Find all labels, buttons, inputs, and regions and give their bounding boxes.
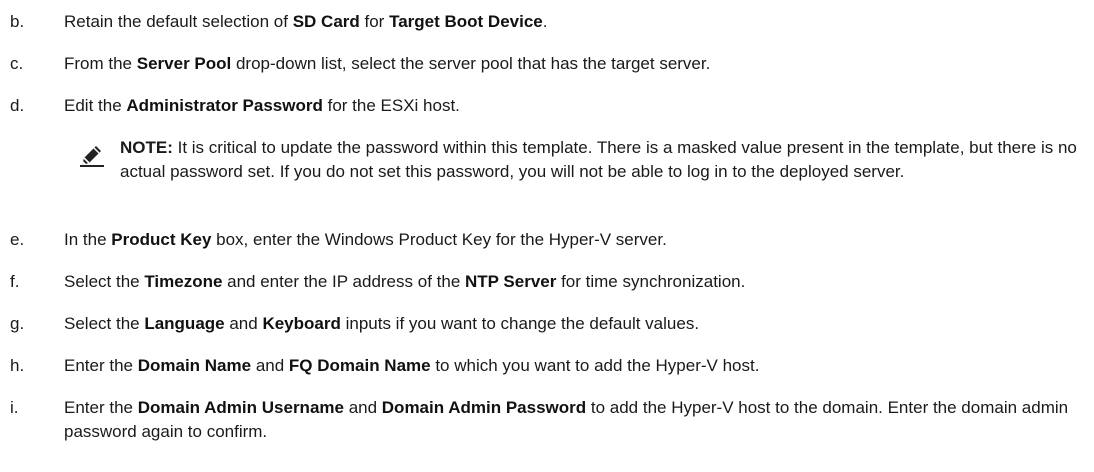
- ui-term: Domain Admin Username: [137, 398, 344, 417]
- ui-term: Target Boot Device: [389, 12, 543, 31]
- note-label: NOTE:: [120, 138, 173, 157]
- pencil-icon: [80, 143, 104, 167]
- text-run: box, enter the Windows Product Key for t…: [211, 230, 667, 249]
- list-marker: g.: [10, 314, 25, 333]
- note-text: NOTE: It is critical to update the passw…: [120, 136, 1080, 184]
- text-run: Select the: [64, 272, 145, 291]
- text-run: for the ESXi host.: [322, 96, 460, 115]
- step-text: Edit the Administrator Password for the …: [64, 94, 1089, 118]
- ui-term: Domain Name: [137, 356, 252, 375]
- list-marker: f.: [10, 272, 20, 291]
- ui-term: SD Card: [292, 12, 360, 31]
- document-page: b. Retain the default selection of SD Ca…: [0, 0, 1094, 472]
- list-marker: i.: [10, 398, 19, 417]
- step-text: Retain the default selection of SD Card …: [64, 10, 1089, 34]
- ui-term: FQ Domain Name: [288, 356, 431, 375]
- ui-term: Keyboard: [262, 314, 341, 333]
- note-body: It is critical to update the password wi…: [120, 138, 1077, 181]
- text-run: for time synchronization.: [556, 272, 746, 291]
- text-run: .: [542, 12, 548, 31]
- text-run: inputs if you want to change the default…: [340, 314, 700, 333]
- list-marker: b.: [10, 12, 25, 31]
- ui-term: Language: [144, 314, 225, 333]
- note-callout: NOTE: It is critical to update the passw…: [0, 136, 1094, 216]
- ui-term: Domain Admin Password: [381, 398, 587, 417]
- step-text: Select the Timezone and enter the IP add…: [64, 270, 1089, 294]
- text-run: drop-down list, select the server pool t…: [231, 54, 711, 73]
- text-run: Enter the: [64, 398, 138, 417]
- step-text: In the Product Key box, enter the Window…: [64, 228, 1089, 252]
- list-marker: h.: [10, 356, 25, 375]
- text-run: to which you want to add the Hyper-V hos…: [430, 356, 760, 375]
- step-text: From the Server Pool drop-down list, sel…: [64, 52, 1089, 76]
- text-run: Select the: [64, 314, 145, 333]
- ui-term: Server Pool: [136, 54, 232, 73]
- text-run: and: [224, 314, 263, 333]
- text-run: Retain the default selection of: [64, 12, 293, 31]
- text-run: Edit the: [64, 96, 127, 115]
- list-marker: e.: [10, 230, 25, 249]
- ui-term: Product Key: [111, 230, 212, 249]
- ui-term: Administrator Password: [126, 96, 323, 115]
- text-run: In the: [64, 230, 112, 249]
- text-run: for: [359, 12, 390, 31]
- text-run: and enter the IP address of the: [222, 272, 465, 291]
- text-run: and: [343, 398, 382, 417]
- text-run: From the: [64, 54, 137, 73]
- ui-term: NTP Server: [465, 272, 557, 291]
- step-text: Select the Language and Keyboard inputs …: [64, 312, 1089, 336]
- list-marker: c.: [10, 54, 24, 73]
- text-run: and: [251, 356, 289, 375]
- text-run: Enter the: [64, 356, 138, 375]
- list-marker: d.: [10, 96, 25, 115]
- step-text: Enter the Domain Name and FQ Domain Name…: [64, 354, 1089, 378]
- step-text: Enter the Domain Admin Username and Doma…: [64, 396, 1089, 444]
- ui-term: Timezone: [144, 272, 223, 291]
